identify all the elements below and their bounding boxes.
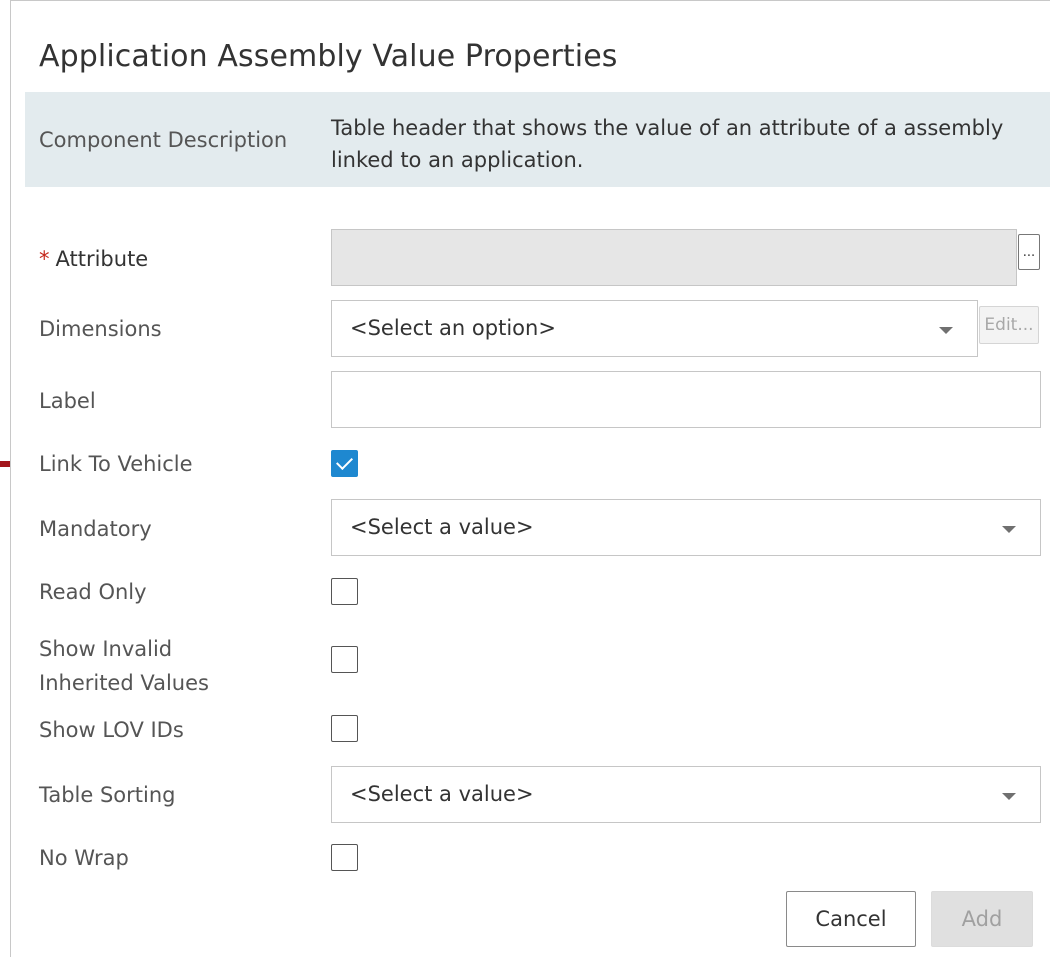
read-only-label: Read Only (39, 580, 147, 604)
label-input[interactable] (331, 371, 1041, 428)
chevron-down-icon (1002, 526, 1016, 533)
show-invalid-inherited-values-label: Show Invalid Inherited Values (39, 632, 209, 700)
show-invalid-inherited-values-label-line1: Show Invalid (39, 637, 173, 661)
cancel-button[interactable]: Cancel (786, 891, 916, 947)
read-only-checkbox[interactable] (331, 578, 358, 605)
mandatory-label: Mandatory (39, 517, 152, 541)
add-button[interactable]: Add (931, 891, 1033, 947)
chevron-down-icon (939, 327, 953, 334)
properties-dialog: Application Assembly Value Properties Co… (10, 0, 1050, 957)
show-lov-ids-label: Show LOV IDs (39, 718, 184, 742)
dimensions-label: Dimensions (39, 317, 162, 341)
link-to-vehicle-checkbox[interactable] (331, 450, 358, 477)
dimensions-select[interactable]: <Select an option> (331, 300, 978, 357)
required-marker: * (39, 247, 50, 271)
no-wrap-checkbox[interactable] (331, 844, 358, 871)
table-sorting-label: Table Sorting (39, 783, 176, 807)
dimensions-selected-value: <Select an option> (350, 316, 556, 340)
show-invalid-inherited-values-label-line2: Inherited Values (39, 671, 209, 695)
table-sorting-select[interactable]: <Select a value> (331, 766, 1041, 823)
attribute-label: * Attribute (39, 247, 148, 271)
component-description-panel: Component Description Table header that … (25, 92, 1050, 187)
component-description-label: Component Description (39, 128, 288, 152)
mandatory-select[interactable]: <Select a value> (331, 499, 1041, 556)
link-to-vehicle-label: Link To Vehicle (39, 452, 193, 476)
dialog-title: Application Assembly Value Properties (39, 39, 618, 74)
mandatory-selected-value: <Select a value> (350, 515, 534, 539)
attribute-browse-button[interactable]: ... (1018, 234, 1040, 270)
dimensions-edit-button[interactable]: Edit... (979, 306, 1039, 344)
attribute-label-text: Attribute (55, 247, 149, 271)
no-wrap-label: No Wrap (39, 846, 129, 870)
chevron-down-icon (1002, 793, 1016, 800)
attribute-input[interactable] (331, 229, 1017, 286)
label-field-label: Label (39, 389, 96, 413)
show-invalid-inherited-values-checkbox[interactable] (331, 646, 358, 673)
component-description-text: Table header that shows the value of an … (331, 116, 1004, 172)
table-sorting-selected-value: <Select a value> (350, 782, 534, 806)
show-lov-ids-checkbox[interactable] (331, 715, 358, 742)
